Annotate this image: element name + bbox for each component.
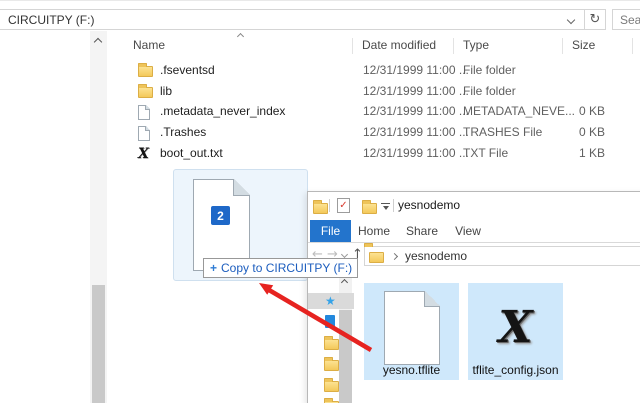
scroll-up-icon[interactable] <box>94 38 102 46</box>
folder-icon <box>369 252 384 263</box>
chevron-right-icon <box>391 252 398 259</box>
column-header-date[interactable]: Date modified <box>362 38 436 55</box>
nav-folder-icon[interactable] <box>324 360 339 371</box>
table-row[interactable]: .Trashes 12/31/1999 11:00 ...TRASHES File… <box>112 123 640 143</box>
column-separator <box>562 38 563 54</box>
file-name: .fseventsd <box>160 63 215 77</box>
main-scrollbar-thumb[interactable] <box>92 285 105 403</box>
tile-icon <box>364 289 459 367</box>
drive-icon[interactable] <box>325 315 335 328</box>
file-name: boot_out.txt <box>160 146 223 160</box>
document-icon <box>384 291 440 365</box>
new-folder-icon[interactable] <box>362 203 377 214</box>
file-size: 0 KB <box>545 104 605 118</box>
column-separator <box>453 38 454 54</box>
tile-filename: yesno.tflite <box>364 363 459 377</box>
tab-view[interactable]: View <box>448 220 488 242</box>
file-size: 1 KB <box>545 146 605 160</box>
tab-home[interactable]: Home <box>352 220 396 242</box>
tile-filename: tflite_config.json <box>468 363 563 377</box>
title-bar[interactable]: ✓ yesnodemo <box>308 192 640 219</box>
file-name: .metadata_never_index <box>160 104 285 118</box>
tab-file[interactable]: File <box>310 220 351 242</box>
column-header-type[interactable]: Type <box>463 38 489 55</box>
window-title: yesnodemo <box>398 198 460 212</box>
search-input[interactable]: Search <box>612 9 640 30</box>
table-row[interactable]: lib 12/31/1999 11:00 ...File folder <box>112 82 640 102</box>
file-date: 12/31/1999 11:00 ... <box>363 63 469 77</box>
file-type: TXT File <box>463 146 508 160</box>
chevron-down-icon[interactable] <box>567 15 575 23</box>
column-separator <box>352 38 353 54</box>
document-icon <box>138 105 150 120</box>
ribbon-tabs: FileHomeShareView <box>308 219 640 243</box>
search-placeholder: Search <box>613 13 640 27</box>
file-date: 12/31/1999 11:00 ... <box>363 104 469 118</box>
plus-icon: + <box>210 261 217 275</box>
tile-icon: X <box>468 289 563 367</box>
table-row[interactable]: .metadata_never_index 12/31/1999 11:00 ..… <box>112 102 640 122</box>
file-size: 0 KB <box>545 125 605 139</box>
file-date: 12/31/1999 11:00 ... <box>363 125 469 139</box>
sort-ascending-icon <box>237 33 244 40</box>
history-chevron-icon[interactable] <box>341 251 348 258</box>
file-type: File folder <box>463 63 516 77</box>
file-date: 12/31/1999 11:00 ... <box>363 84 469 98</box>
breadcrumb[interactable]: yesnodemo <box>364 246 640 266</box>
folder-content: ★ yesno.tflite Xtflite_config.json <box>308 269 640 403</box>
nav-scrollbar-thumb[interactable] <box>339 310 352 403</box>
folder-icon <box>138 66 153 77</box>
quick-access-toolbar-dropdown-icon[interactable] <box>381 203 390 210</box>
file-name: lib <box>160 84 172 98</box>
copy-tooltip-label: Copy to CIRCUITPY (F:) <box>221 261 352 275</box>
file-name: .Trashes <box>160 125 206 139</box>
file-type: TRASHES File <box>463 125 542 139</box>
file-type: File folder <box>463 84 516 98</box>
refresh-button[interactable]: ↻ <box>585 10 605 29</box>
column-header-size[interactable]: Size <box>572 38 595 55</box>
file-tile[interactable]: Xtflite_config.json <box>468 283 563 380</box>
breadcrumb-folder[interactable]: yesnodemo <box>405 249 467 263</box>
x-file-icon: X <box>138 147 149 161</box>
scroll-up-icon[interactable] <box>341 279 348 286</box>
yesnodemo-window[interactable]: ✓ yesnodemo FileHomeShareView ← → ↑ yesn… <box>307 191 640 403</box>
document-icon <box>138 126 150 141</box>
divider <box>393 199 394 212</box>
column-separator <box>632 38 633 54</box>
column-header-name[interactable]: Name <box>133 38 165 55</box>
nav-folder-icon[interactable] <box>324 381 339 392</box>
copy-tooltip: + Copy to CIRCUITPY (F:) <box>203 258 358 278</box>
x-file-icon: X <box>498 306 532 350</box>
address-text: CIRCUITPY (F:) <box>0 13 568 27</box>
refresh-icon: ↻ <box>590 12 601 27</box>
file-date: 12/31/1999 11:00 ... <box>363 146 469 160</box>
address-bar[interactable]: CIRCUITPY (F:) ↻ <box>0 9 606 30</box>
quick-access-row[interactable]: ★ <box>308 293 354 309</box>
window-folder-icon <box>313 203 328 214</box>
quick-access-star-icon[interactable]: ★ <box>325 293 336 309</box>
tab-share[interactable]: Share <box>400 220 444 242</box>
folder-icon <box>138 87 153 98</box>
divider <box>329 199 330 212</box>
drag-count-badge: 2 <box>211 206 230 225</box>
properties-check-icon[interactable]: ✓ <box>337 198 350 213</box>
nav-folder-icon[interactable] <box>324 339 339 350</box>
screenshot-canvas: CIRCUITPY (F:) ↻ Search Name Date modifi… <box>0 0 640 403</box>
table-row[interactable]: .fseventsd 12/31/1999 11:00 ...File folde… <box>112 61 640 81</box>
file-tile[interactable]: yesno.tflite <box>364 283 459 380</box>
table-row[interactable]: Xboot_out.txt 12/31/1999 11:00 ...TXT Fil… <box>112 144 640 164</box>
